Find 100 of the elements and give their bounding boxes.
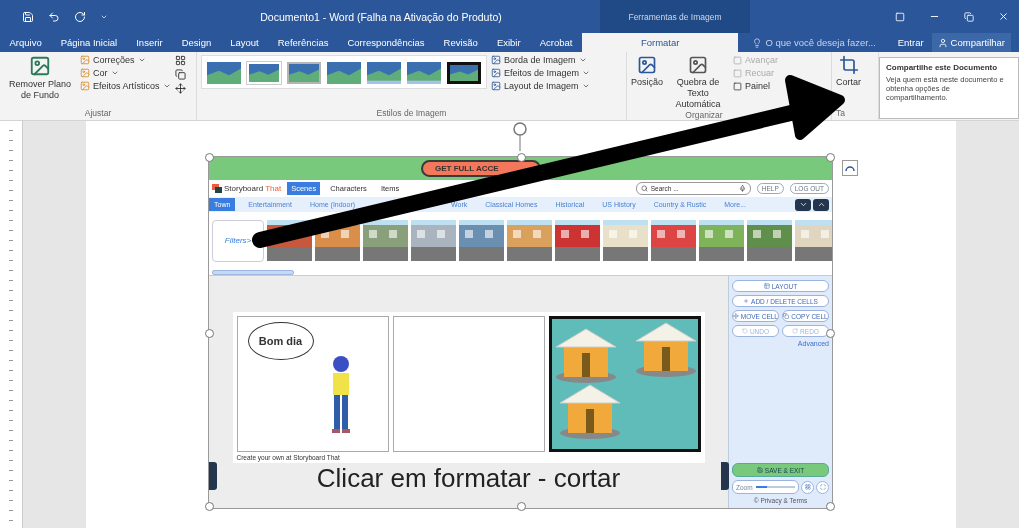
storyboard-logo: Storyboard That (212, 184, 282, 193)
lightbulb-icon (752, 37, 763, 48)
resize-handle[interactable] (826, 502, 835, 511)
picture-menu-button[interactable]: Efeitos de Imagem (491, 68, 591, 78)
scene-thumbnail[interactable] (747, 220, 792, 261)
compress-icon[interactable] (174, 55, 186, 66)
group-label: Ajustar (83, 108, 113, 120)
wrap-text-button[interactable]: Quebra de Texto Automática (667, 55, 730, 110)
picture-style-thumbnail[interactable] (287, 62, 321, 84)
redo-icon[interactable] (74, 10, 86, 23)
picture-icon (80, 81, 90, 91)
arrange-menu-button[interactable]: Painel (733, 81, 778, 91)
caret-icon (110, 69, 119, 77)
user-icon (937, 37, 948, 48)
picture-icon (29, 55, 51, 77)
chevron-down-icon (798, 200, 808, 209)
ribbon-tab[interactable]: Página Inicial (51, 33, 127, 52)
picture-icon (80, 68, 90, 78)
save-icon (756, 467, 763, 473)
position-button[interactable]: Posição (631, 55, 664, 88)
picture-icon (491, 81, 501, 91)
save-icon[interactable] (22, 10, 34, 23)
down-button[interactable] (795, 198, 811, 211)
scene-thumbnail[interactable] (699, 220, 744, 261)
chevron-up-icon (816, 200, 826, 209)
storyboard-cell[interactable] (392, 316, 545, 452)
ribbon-tab[interactable]: Layout (220, 33, 269, 52)
adjust-menu-button[interactable]: Correções (80, 55, 171, 65)
picture-style-thumbnail[interactable] (447, 62, 481, 84)
filters-button[interactable]: Filters> (212, 219, 264, 262)
scene-thumbnail[interactable] (603, 220, 648, 261)
sign-in-link[interactable]: Entrar (897, 37, 924, 48)
resize-handle[interactable] (826, 153, 835, 162)
picture-icon (491, 68, 501, 78)
picture-style-thumbnail[interactable] (327, 62, 361, 84)
group-label: Estilos de Imagem (375, 108, 448, 120)
ribbon-tab[interactable]: Referências (268, 33, 338, 52)
ribbon-tab[interactable]: Exibir (487, 33, 531, 52)
collapse-tab[interactable] (721, 462, 729, 490)
scene-thumbnail[interactable] (411, 220, 456, 261)
ribbon-tab[interactable]: Inserir (126, 33, 173, 52)
undo-icon[interactable] (48, 10, 60, 23)
resize-handle[interactable] (517, 502, 526, 511)
scene-thumbnail[interactable] (363, 220, 408, 261)
scene-thumbnail[interactable] (459, 220, 504, 261)
window-title: Documento1 - Word (Falha na Ativação do Produto) (259, 9, 503, 25)
adjust-menu-button[interactable]: Cor (80, 68, 171, 78)
rotate-handle[interactable] (511, 121, 529, 151)
crop-icon (838, 55, 859, 75)
caret-icon (162, 82, 171, 90)
scene-thumbnail[interactable] (507, 220, 552, 261)
ribbon-tab[interactable]: Design (172, 33, 221, 52)
panel-button-icon (741, 328, 748, 334)
scene-thumbnail[interactable] (555, 220, 600, 261)
ribbon-tab[interactable]: Arquivo (0, 33, 52, 52)
panel-button-icon (783, 313, 790, 319)
restore-icon[interactable] (964, 11, 974, 22)
search-icon (640, 185, 648, 192)
context-label: Ferramentas de Imagem (600, 0, 750, 33)
panel-button-icon (743, 298, 750, 304)
resize-handle[interactable] (205, 329, 214, 338)
tooltip-title: Compartilhe este Documento (886, 63, 999, 72)
reset-picture-icon[interactable] (174, 83, 186, 94)
panel-button-icon (733, 313, 739, 319)
picture-style-thumbnail[interactable] (367, 62, 401, 84)
picture-style-thumbnail[interactable] (407, 62, 441, 84)
storyboard-cell[interactable]: Bom dia (236, 316, 389, 452)
scene-thumbnail[interactable] (795, 220, 832, 261)
picture-menu-button[interactable]: Borda de Imagem (491, 55, 591, 65)
ribbon-display-icon[interactable] (895, 11, 905, 22)
resize-handle[interactable] (205, 502, 214, 511)
change-picture-icon[interactable] (174, 69, 186, 80)
crop-button[interactable]: Cortar (836, 55, 861, 88)
close-icon[interactable] (998, 11, 1009, 22)
adjust-menu-button[interactable]: Efeitos Artísticos (80, 81, 171, 91)
share-button[interactable]: Compartilhar (931, 33, 1011, 52)
caret-icon (137, 56, 146, 64)
resize-handle[interactable] (826, 329, 835, 338)
ribbon-tab[interactable]: Acrobat (530, 33, 582, 52)
fullscreen-icon[interactable] (816, 480, 829, 494)
ribbon-tab[interactable]: Formatar (581, 33, 739, 52)
caption-text: Clicar em formatar - cortar (316, 463, 621, 494)
picture-icon (688, 55, 709, 75)
ribbon-tab[interactable]: Revisão (434, 33, 488, 52)
grid-icon[interactable] (801, 480, 814, 494)
collapse-tab[interactable] (209, 462, 217, 490)
scene-thumbnail[interactable] (651, 220, 696, 261)
panel-button-icon (792, 328, 799, 334)
layout-options-icon[interactable] (842, 160, 858, 176)
picture-icon (80, 55, 90, 65)
panel-button-icon (763, 283, 770, 289)
storyboard-cell[interactable] (548, 316, 701, 452)
ribbon-tab[interactable]: Correspondências (337, 33, 435, 52)
picture-menu-button[interactable]: Layout de Imagem (491, 81, 591, 91)
tell-me-field[interactable]: O que você deseja fazer... (738, 33, 876, 52)
picture-style-thumbnail[interactable] (207, 62, 241, 84)
remove-background-button[interactable]: Remover Plano de Fundo (4, 55, 76, 101)
up-button[interactable] (813, 198, 829, 211)
resize-handle[interactable] (205, 153, 214, 162)
resize-handle[interactable] (517, 153, 526, 162)
